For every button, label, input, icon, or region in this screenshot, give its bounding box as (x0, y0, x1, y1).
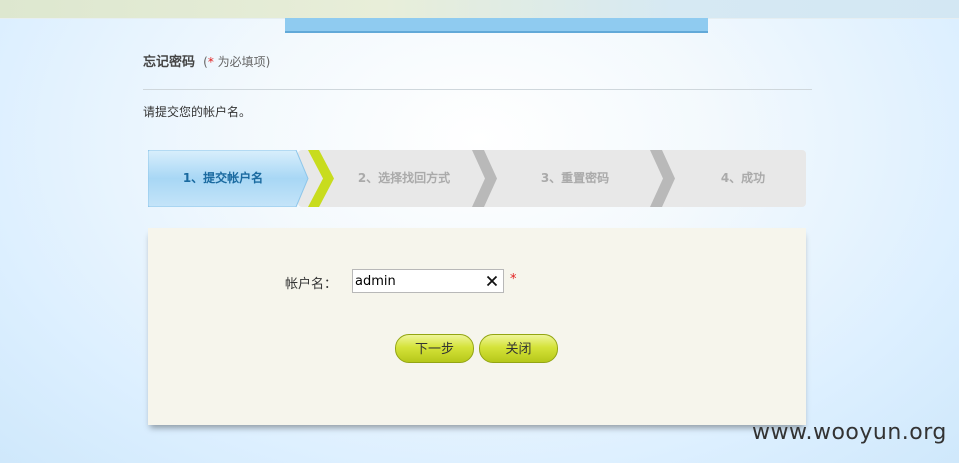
watermark: www.wooyun.org (752, 420, 947, 445)
title-divider (143, 89, 812, 90)
step-3-label: 3、重置密码 (540, 171, 610, 185)
account-field (352, 269, 504, 293)
top-accent-bar (285, 18, 708, 33)
clear-icon[interactable] (486, 275, 498, 287)
account-required-star: * (510, 272, 517, 287)
step-4-label: 4、成功 (720, 171, 766, 185)
step-4: 4、成功 (668, 150, 818, 207)
page-title-text: 忘记密码 (143, 55, 196, 70)
account-label: 帐户名： (285, 277, 338, 292)
account-input[interactable] (353, 270, 477, 293)
form-panel: 帐户名： * 下一步 关闭 (148, 228, 806, 425)
step-2: 2、选择找回方式 (324, 150, 484, 207)
instruction-text: 请提交您的帐户名。 (143, 105, 252, 119)
page-title: 忘记密码 (* 为必填项) (143, 51, 270, 70)
step-1-label: 1、提交帐户名 (182, 171, 264, 185)
top-banner (0, 0, 959, 19)
step-indicator: 1、提交帐户名 2、选择找回方式 3、重置密码 4、成功 (148, 150, 806, 207)
step-1: 1、提交帐户名 (148, 150, 298, 207)
close-button[interactable]: 关闭 (479, 334, 558, 363)
required-note-text: 为必填项) (217, 55, 271, 69)
required-note: (* 为必填项) (203, 55, 270, 69)
step-2-label: 2、选择找回方式 (357, 171, 451, 185)
next-button[interactable]: 下一步 (395, 334, 474, 363)
step-3: 3、重置密码 (490, 150, 660, 207)
required-star: * (207, 55, 214, 69)
